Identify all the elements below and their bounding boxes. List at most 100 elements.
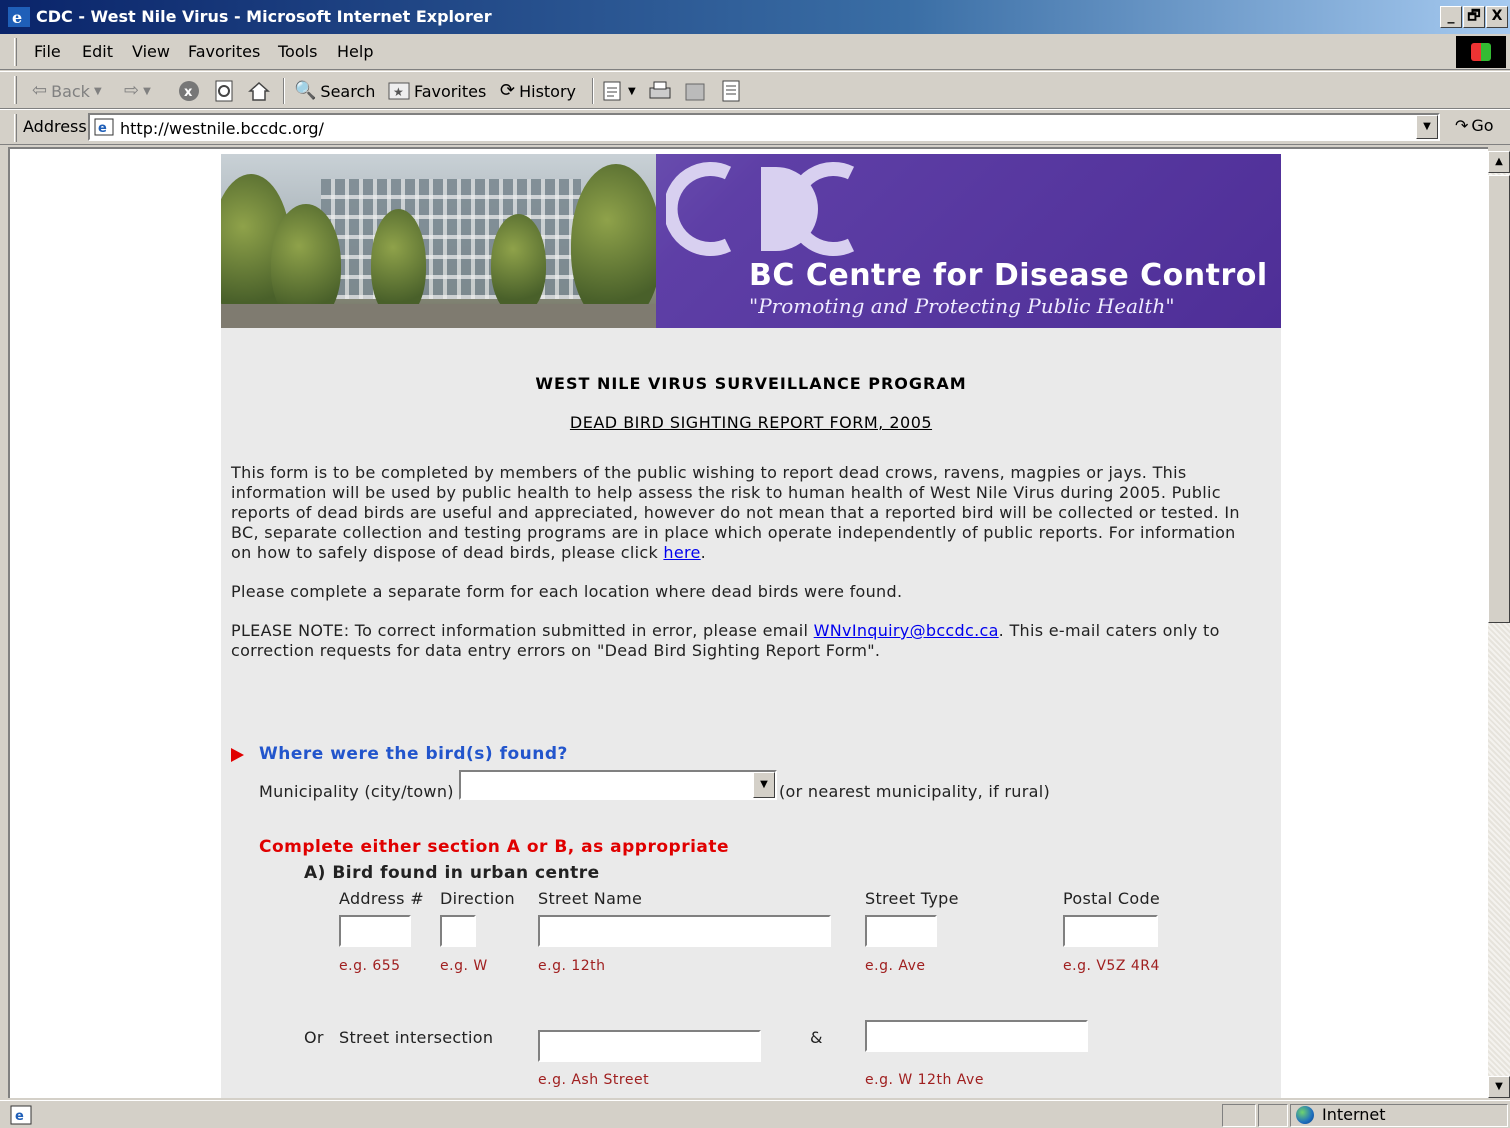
direction-label: Direction — [440, 889, 515, 908]
mail-button[interactable]: ▼ — [602, 78, 636, 104]
back-label: Back — [51, 81, 90, 101]
address-bar: Address e http://westnile.bccdc.org/ ▼ ↷… — [0, 109, 1510, 145]
municipality-label: Municipality (city/town) — [259, 782, 454, 801]
menu-view[interactable]: View — [132, 42, 170, 61]
forward-button[interactable]: ⇨ ▼ — [124, 78, 151, 104]
header-banner: BC Centre for Disease Control "Promoting… — [221, 154, 1281, 328]
chevron-down-icon[interactable]: ▼ — [753, 772, 775, 798]
go-button[interactable]: ↷ Go — [1455, 116, 1494, 135]
title-bar: e CDC - West Nile Virus - Microsoft Inte… — [0, 0, 1510, 34]
cdc-logo — [666, 162, 855, 256]
page-icon: e — [94, 118, 114, 136]
security-zone: Internet — [1296, 1105, 1386, 1124]
history-button[interactable]: ⟳ History — [500, 78, 576, 104]
svg-text:e: e — [98, 121, 107, 136]
standard-toolbar: ⇦ Back ▼ ⇨ ▼ x 🔍 Search ★ Favorites ⟳ Hi… — [0, 71, 1510, 109]
intersection-street2-input[interactable] — [865, 1020, 1088, 1052]
home-button[interactable] — [248, 78, 270, 104]
svg-text:e: e — [15, 1109, 24, 1124]
discuss-icon — [722, 80, 740, 102]
address-number-label: Address # — [339, 889, 424, 908]
favorites-star-icon: ★ — [388, 82, 410, 100]
direction-example: e.g. W — [440, 958, 488, 974]
print-button[interactable] — [648, 78, 672, 104]
municipality-select[interactable]: ▼ — [459, 770, 777, 800]
street-name-input[interactable] — [538, 915, 831, 947]
toolbar-separator — [592, 78, 594, 104]
discuss-button[interactable] — [720, 78, 742, 104]
menu-tools[interactable]: Tools — [278, 42, 317, 61]
history-icon: ⟳ — [500, 80, 516, 101]
street-name-label: Street Name — [538, 889, 643, 908]
zone-label: Internet — [1322, 1105, 1386, 1124]
section-choice-note: Complete either section A or B, as appro… — [259, 837, 730, 857]
arrow-right-icon — [231, 748, 244, 762]
menu-edit[interactable]: Edit — [82, 42, 113, 61]
windows-logo-icon — [1456, 36, 1506, 68]
page-content: BC Centre for Disease Control "Promoting… — [221, 154, 1281, 1098]
address-example: e.g. 655 — [339, 958, 401, 974]
street-type-input[interactable] — [865, 915, 937, 947]
email-link[interactable]: WNvInquiry@bccdc.ca — [814, 621, 999, 640]
direction-input[interactable] — [440, 915, 476, 947]
address-input[interactable]: e http://westnile.bccdc.org/ ▼ — [88, 113, 1440, 141]
search-icon: 🔍 — [294, 80, 317, 101]
menu-favorites[interactable]: Favorites — [188, 42, 260, 61]
toolbar-grip[interactable] — [14, 114, 17, 142]
correction-note: PLEASE NOTE: To correct information subm… — [231, 621, 1261, 661]
vertical-scrollbar[interactable]: ▲ ▼ — [1488, 151, 1510, 1098]
intersection-label: Street intersection — [339, 1028, 494, 1047]
status-panel — [1258, 1104, 1288, 1127]
back-arrow-icon: ⇦ — [32, 80, 48, 101]
search-label: Search — [320, 81, 376, 101]
minimize-button[interactable]: _ — [1440, 6, 1462, 28]
address-dropdown-button[interactable]: ▼ — [1416, 115, 1438, 139]
menu-help[interactable]: Help — [337, 42, 373, 61]
chevron-down-icon: ▼ — [143, 85, 151, 97]
edit-button[interactable] — [684, 78, 706, 104]
restore-button[interactable]: 🗗 — [1463, 6, 1485, 28]
scroll-up-button[interactable]: ▲ — [1488, 151, 1510, 173]
svg-text:x: x — [184, 85, 193, 100]
dispose-here-link[interactable]: here — [663, 543, 700, 562]
close-button[interactable]: X — [1486, 6, 1508, 28]
toolbar-grip[interactable] — [14, 38, 17, 66]
postal-code-example: e.g. V5Z 4R4 — [1063, 958, 1160, 974]
address-number-input[interactable] — [339, 915, 411, 947]
mail-icon — [603, 81, 621, 101]
intersection-street1-input[interactable] — [538, 1030, 761, 1062]
address-url: http://westnile.bccdc.org/ — [120, 119, 324, 138]
stop-button[interactable]: x — [178, 78, 200, 104]
program-title: WEST NILE VIRUS SURVEILLANCE PROGRAM — [535, 374, 967, 393]
note-text: PLEASE NOTE: To correct information subm… — [231, 621, 809, 640]
menu-file[interactable]: File — [34, 42, 61, 61]
municipality-hint: (or nearest municipality, if rural) — [779, 782, 1051, 801]
svg-text:e: e — [12, 8, 22, 27]
form-title: DEAD BIRD SIGHTING REPORT FORM, 2005 — [569, 413, 933, 432]
svg-text:★: ★ — [393, 85, 404, 99]
search-button[interactable]: 🔍 Search — [294, 78, 375, 104]
stop-icon: x — [179, 81, 199, 101]
printer-icon — [649, 81, 671, 99]
banner-tagline: "Promoting and Protecting Public Health" — [749, 294, 1175, 318]
favorites-button[interactable]: ★ Favorites — [388, 78, 486, 104]
intersection2-example: e.g. W 12th Ave — [865, 1072, 984, 1088]
ie-logo-icon: e — [8, 7, 30, 27]
street-type-example: e.g. Ave — [865, 958, 926, 974]
page-status-icon: e — [10, 1105, 32, 1125]
location-question: Where were the bird(s) found? — [259, 744, 568, 764]
intro-end: . — [700, 543, 707, 562]
toolbar-grip[interactable] — [14, 76, 17, 104]
postal-code-input[interactable] — [1063, 915, 1158, 947]
scroll-thumb[interactable] — [1488, 175, 1510, 623]
page-viewport: BC Centre for Disease Control "Promoting… — [8, 147, 1488, 1098]
back-button[interactable]: ⇦ Back ▼ — [32, 78, 102, 104]
street-name-example: e.g. 12th — [538, 958, 606, 974]
street-type-label: Street Type — [865, 889, 959, 908]
separate-form-note: Please complete a separate form for each… — [231, 582, 903, 601]
status-bar: e Internet — [0, 1100, 1510, 1128]
window-title: CDC - West Nile Virus - Microsoft Intern… — [36, 7, 492, 26]
scroll-down-button[interactable]: ▼ — [1488, 1076, 1510, 1098]
section-a-title: A) Bird found in urban centre — [304, 863, 600, 883]
refresh-button[interactable] — [214, 78, 234, 104]
